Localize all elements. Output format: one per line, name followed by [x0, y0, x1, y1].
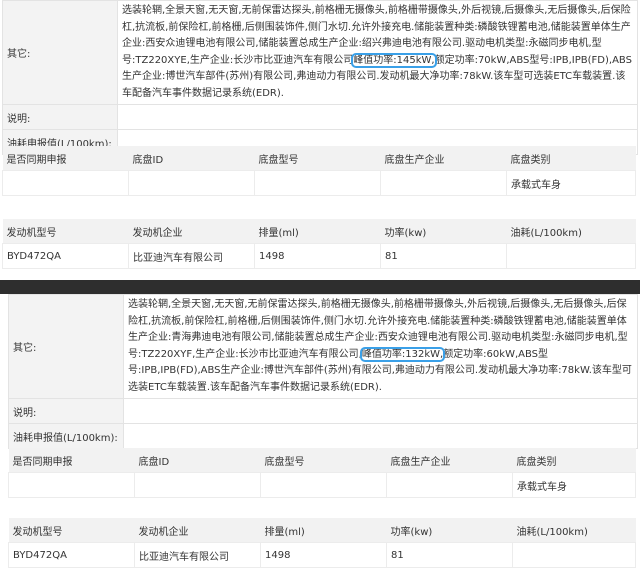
peak-power-highlight: 峰值功率:145kW,	[351, 52, 437, 68]
engine-cell-model: BYD472QA	[8, 542, 135, 568]
fuel-label: 油耗申报值(L/100km):	[8, 423, 124, 449]
engine-cell-maker: 比亚迪汽车有限公司	[134, 542, 261, 568]
engine-data-row: BYD472QA 比亚迪汽车有限公司 1498 81	[2, 243, 636, 269]
engine-cell-fuel	[512, 542, 636, 568]
engine-table-top: 发动机型号 发动机企业 排量(ml) 功率(kw) 油耗(L/100km) BY…	[2, 219, 636, 269]
chassis-header-sync: 是否同期申报	[8, 448, 135, 473]
other-value: 选装轮辋,全景天窗,无天窗,无前保雷达探头,前格栅无摄像头,前格栅带摄像头,外后…	[123, 294, 638, 399]
engine-header-row: 发动机型号 发动机企业 排量(ml) 功率(kw) 油耗(L/100km)	[2, 219, 636, 244]
engine-cell-displacement: 1498	[260, 542, 387, 568]
chassis-header-model: 底盘型号	[260, 448, 387, 473]
note-value	[123, 398, 638, 424]
engine-header-maker: 发动机企业	[134, 518, 261, 543]
chassis-cell-type: 承载式车身	[506, 170, 636, 196]
chassis-cell-sync	[8, 472, 135, 498]
chassis-cell-maker	[386, 472, 513, 498]
other-value: 选装轮辋,全景天窗,无天窗,无前保雷达探头,前格栅无摄像头,前格栅带摄像头,外后…	[117, 0, 638, 105]
chassis-table-bottom: 是否同期申报 底盘ID 底盘型号 底盘生产企业 底盘类别 承载式车身	[8, 448, 636, 498]
engine-header-model: 发动机型号	[8, 518, 135, 543]
note-label: 说明:	[2, 104, 118, 130]
chassis-cell-model	[260, 472, 387, 498]
engine-header-row: 发动机型号 发动机企业 排量(ml) 功率(kw) 油耗(L/100km)	[8, 518, 636, 543]
chassis-cell-maker	[380, 170, 507, 196]
note-row: 说明:	[2, 104, 638, 130]
chassis-header-model: 底盘型号	[254, 146, 381, 171]
engine-cell-maker: 比亚迪汽车有限公司	[128, 243, 255, 269]
info-table-bottom: 其它: 选装轮辋,全景天窗,无天窗,无前保雷达探头,前格栅无摄像头,前格栅带摄像…	[8, 294, 638, 449]
peak-power-highlight: 峰值功率:132kW,	[359, 346, 446, 362]
chassis-cell-sync	[2, 170, 129, 196]
engine-cell-fuel	[506, 243, 636, 269]
chassis-header-row: 是否同期申报 底盘ID 底盘型号 底盘生产企业 底盘类别	[8, 448, 636, 473]
chassis-header-id: 底盘ID	[134, 448, 261, 473]
chassis-header-maker: 底盘生产企业	[380, 146, 507, 171]
engine-header-fuel: 油耗(L/100km)	[506, 219, 636, 244]
chassis-header-maker: 底盘生产企业	[386, 448, 513, 473]
chassis-data-row: 承载式车身	[8, 472, 636, 498]
fuel-value	[123, 423, 638, 449]
other-label: 其它:	[2, 0, 118, 105]
chassis-header-id: 底盘ID	[128, 146, 255, 171]
info-table-top: 其它: 选装轮辋,全景天窗,无天窗,无前保雷达探头,前格栅无摄像头,前格栅带摄像…	[2, 0, 638, 155]
spec-panel-top: 其它: 选装轮辋,全景天窗,无天窗,无前保雷达探头,前格栅无摄像头,前格栅带摄像…	[0, 0, 640, 278]
chassis-cell-type: 承载式车身	[512, 472, 636, 498]
chassis-cell-id	[128, 170, 255, 196]
chassis-header-sync: 是否同期申报	[2, 146, 129, 171]
engine-header-fuel: 油耗(L/100km)	[512, 518, 636, 543]
other-row: 其它: 选装轮辋,全景天窗,无天窗,无前保雷达探头,前格栅无摄像头,前格栅带摄像…	[2, 0, 638, 105]
chassis-header-row: 是否同期申报 底盘ID 底盘型号 底盘生产企业 底盘类别	[2, 146, 636, 171]
note-value	[117, 104, 638, 130]
other-row: 其它: 选装轮辋,全景天窗,无天窗,无前保雷达探头,前格栅无摄像头,前格栅带摄像…	[8, 294, 638, 399]
fuel-row: 油耗申报值(L/100km):	[8, 423, 638, 449]
chassis-header-type: 底盘类别	[512, 448, 636, 473]
note-row: 说明:	[8, 398, 638, 424]
engine-data-row: BYD472QA 比亚迪汽车有限公司 1498 81	[8, 542, 636, 568]
engine-header-displacement: 排量(ml)	[254, 219, 381, 244]
engine-header-model: 发动机型号	[2, 219, 129, 244]
panel-separator	[0, 280, 640, 294]
chassis-header-type: 底盘类别	[506, 146, 636, 171]
engine-header-maker: 发动机企业	[128, 219, 255, 244]
engine-table-bottom: 发动机型号 发动机企业 排量(ml) 功率(kw) 油耗(L/100km) BY…	[8, 518, 636, 568]
engine-header-power: 功率(kw)	[386, 518, 513, 543]
other-label: 其它:	[8, 294, 124, 399]
spec-panel-bottom: 其它: 选装轮辋,全景天窗,无天窗,无前保雷达探头,前格栅无摄像头,前格栅带摄像…	[0, 294, 640, 575]
engine-header-displacement: 排量(ml)	[260, 518, 387, 543]
chassis-cell-id	[134, 472, 261, 498]
engine-header-power: 功率(kw)	[380, 219, 507, 244]
chassis-cell-model	[254, 170, 381, 196]
chassis-data-row: 承载式车身	[2, 170, 636, 196]
note-label: 说明:	[8, 398, 124, 424]
engine-cell-model: BYD472QA	[2, 243, 129, 269]
engine-cell-power: 81	[386, 542, 513, 568]
engine-cell-displacement: 1498	[254, 243, 381, 269]
chassis-table-top: 是否同期申报 底盘ID 底盘型号 底盘生产企业 底盘类别 承载式车身	[2, 146, 636, 196]
engine-cell-power: 81	[380, 243, 507, 269]
